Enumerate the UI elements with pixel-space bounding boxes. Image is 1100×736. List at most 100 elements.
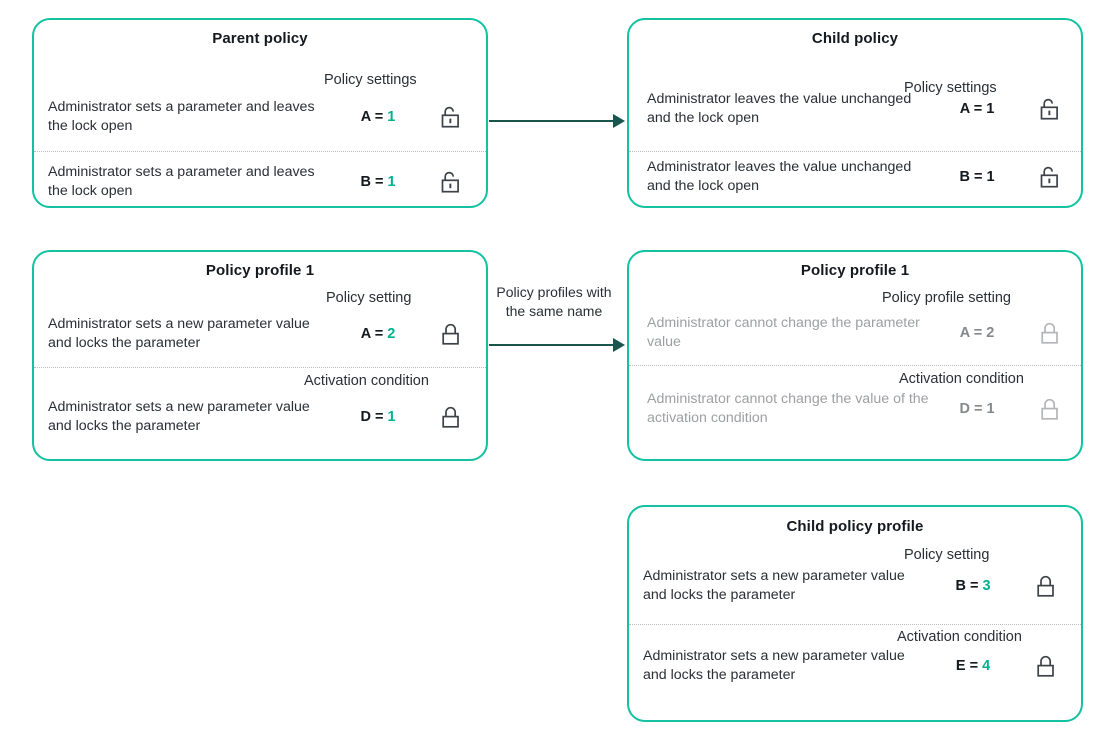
arrow-profile-to-profile-line xyxy=(489,344,615,346)
card-policy-profile-source: Policy profile 1 Policy setting Administ… xyxy=(32,250,488,461)
section-header-activation-condition: Activation condition xyxy=(897,629,1022,645)
equals-sign: = xyxy=(969,577,979,594)
arrow-parent-to-child-line xyxy=(489,120,615,122)
section-header-activation-condition: Activation condition xyxy=(899,371,1024,387)
param-name: B xyxy=(959,168,970,185)
setting-description: Administrator sets a new parameter value… xyxy=(643,648,905,683)
arrow-profile-to-profile-label: Policy profiles with the same name xyxy=(496,284,612,319)
setting-description: Administrator leaves the value unchanged… xyxy=(647,159,912,194)
setting-value: B = 1 xyxy=(330,174,426,190)
unlocked-icon xyxy=(1040,166,1058,188)
setting-row: Administrator sets a parameter and leave… xyxy=(48,163,476,201)
setting-row: Administrator leaves the value unchanged… xyxy=(647,90,1071,128)
param-value: 2 xyxy=(387,325,396,342)
param-value: 1 xyxy=(986,168,995,185)
card-child-policy-profile: Child policy profile Policy setting Admi… xyxy=(627,505,1083,722)
setting-description: Administrator leaves the value unchanged… xyxy=(647,91,912,126)
param-value: 1 xyxy=(387,408,396,425)
setting-description: Administrator sets a new parameter value… xyxy=(48,316,310,351)
setting-row: Administrator sets a new parameter value… xyxy=(48,398,476,436)
lock-cell xyxy=(426,405,476,429)
setting-value: E = 4 xyxy=(925,658,1021,674)
setting-value: B = 3 xyxy=(925,578,1021,594)
setting-description: Administrator cannot change the value of… xyxy=(647,391,929,426)
equals-sign: = xyxy=(374,325,384,342)
card-title: Child policy profile xyxy=(786,518,924,535)
section-header-policy-settings: Policy settings xyxy=(324,72,417,88)
setting-row: Administrator sets a new parameter value… xyxy=(643,647,1071,685)
param-name: A xyxy=(959,324,970,341)
card-parent-policy: Parent policy Policy settings Administra… xyxy=(32,18,488,208)
card-policy-profile-target: Policy profile 1 Policy profile setting … xyxy=(627,250,1083,461)
lock-cell xyxy=(1025,97,1075,121)
section-header-policy-profile-setting: Policy profile setting xyxy=(882,290,1011,306)
param-name: D xyxy=(959,400,970,417)
lock-cell xyxy=(426,170,476,194)
equals-sign: = xyxy=(973,100,983,117)
row-divider xyxy=(34,367,486,368)
row-divider xyxy=(629,365,1081,366)
setting-description: Administrator sets a new parameter value… xyxy=(643,568,905,603)
locked-icon xyxy=(1041,398,1058,420)
lock-cell xyxy=(1025,165,1075,189)
param-name: A xyxy=(959,100,970,117)
param-name: D xyxy=(360,408,371,425)
setting-row: Administrator leaves the value unchanged… xyxy=(647,158,1071,196)
param-value: 3 xyxy=(982,577,991,594)
section-header-policy-setting: Policy setting xyxy=(904,547,990,563)
param-value: 1 xyxy=(387,108,396,125)
setting-row: Administrator cannot change the value of… xyxy=(647,390,1071,428)
setting-description: Administrator sets a parameter and leave… xyxy=(48,99,315,134)
locked-icon xyxy=(442,323,459,345)
param-name: B xyxy=(955,577,966,594)
setting-description: Administrator sets a parameter and leave… xyxy=(48,164,315,199)
setting-row: Administrator sets a new parameter value… xyxy=(643,567,1071,605)
row-divider xyxy=(34,151,486,152)
equals-sign: = xyxy=(374,408,384,425)
arrow-parent-to-child-head xyxy=(613,114,625,128)
card-title: Policy profile 1 xyxy=(205,262,315,279)
equals-sign: = xyxy=(973,168,983,185)
card-title: Policy profile 1 xyxy=(800,262,910,279)
setting-value: A = 1 xyxy=(330,109,426,125)
equals-sign: = xyxy=(973,324,983,341)
unlocked-icon xyxy=(441,106,459,128)
lock-cell xyxy=(426,322,476,346)
row-divider xyxy=(629,624,1081,625)
lock-cell xyxy=(426,105,476,129)
card-title: Child policy xyxy=(811,30,899,47)
card-title: Parent policy xyxy=(212,30,308,47)
row-divider xyxy=(629,151,1081,152)
param-value: 4 xyxy=(982,657,991,674)
setting-row: Administrator cannot change the paramete… xyxy=(647,314,1071,352)
section-header-activation-condition: Activation condition xyxy=(304,373,429,389)
setting-value: D = 1 xyxy=(330,409,426,425)
param-name: E xyxy=(955,657,966,674)
card-child-policy: Child policy Policy settings Administrat… xyxy=(627,18,1083,208)
param-value: 1 xyxy=(986,400,995,417)
param-value: 2 xyxy=(986,324,995,341)
param-value: 1 xyxy=(986,100,995,117)
lock-cell xyxy=(1025,397,1075,421)
section-header-policy-setting: Policy setting xyxy=(326,290,412,306)
lock-cell xyxy=(1025,321,1075,345)
equals-sign: = xyxy=(374,108,384,125)
setting-row: Administrator sets a parameter and leave… xyxy=(48,98,476,136)
locked-icon xyxy=(1041,322,1058,344)
setting-row: Administrator sets a new parameter value… xyxy=(48,315,476,353)
locked-icon xyxy=(1037,575,1054,597)
lock-cell xyxy=(1021,654,1071,678)
equals-sign: = xyxy=(973,400,983,417)
setting-value: B = 1 xyxy=(929,169,1025,185)
setting-value: A = 2 xyxy=(330,326,426,342)
setting-value: D = 1 xyxy=(929,401,1025,417)
param-name: A xyxy=(360,325,371,342)
equals-sign: = xyxy=(969,657,979,674)
setting-value: A = 1 xyxy=(929,101,1025,117)
setting-description: Administrator cannot change the paramete… xyxy=(647,315,920,350)
lock-cell xyxy=(1021,574,1071,598)
setting-description: Administrator sets a new parameter value… xyxy=(48,399,310,434)
param-value: 1 xyxy=(387,173,396,190)
diagram-canvas: Parent policy Policy settings Administra… xyxy=(0,0,1100,736)
unlocked-icon xyxy=(441,171,459,193)
